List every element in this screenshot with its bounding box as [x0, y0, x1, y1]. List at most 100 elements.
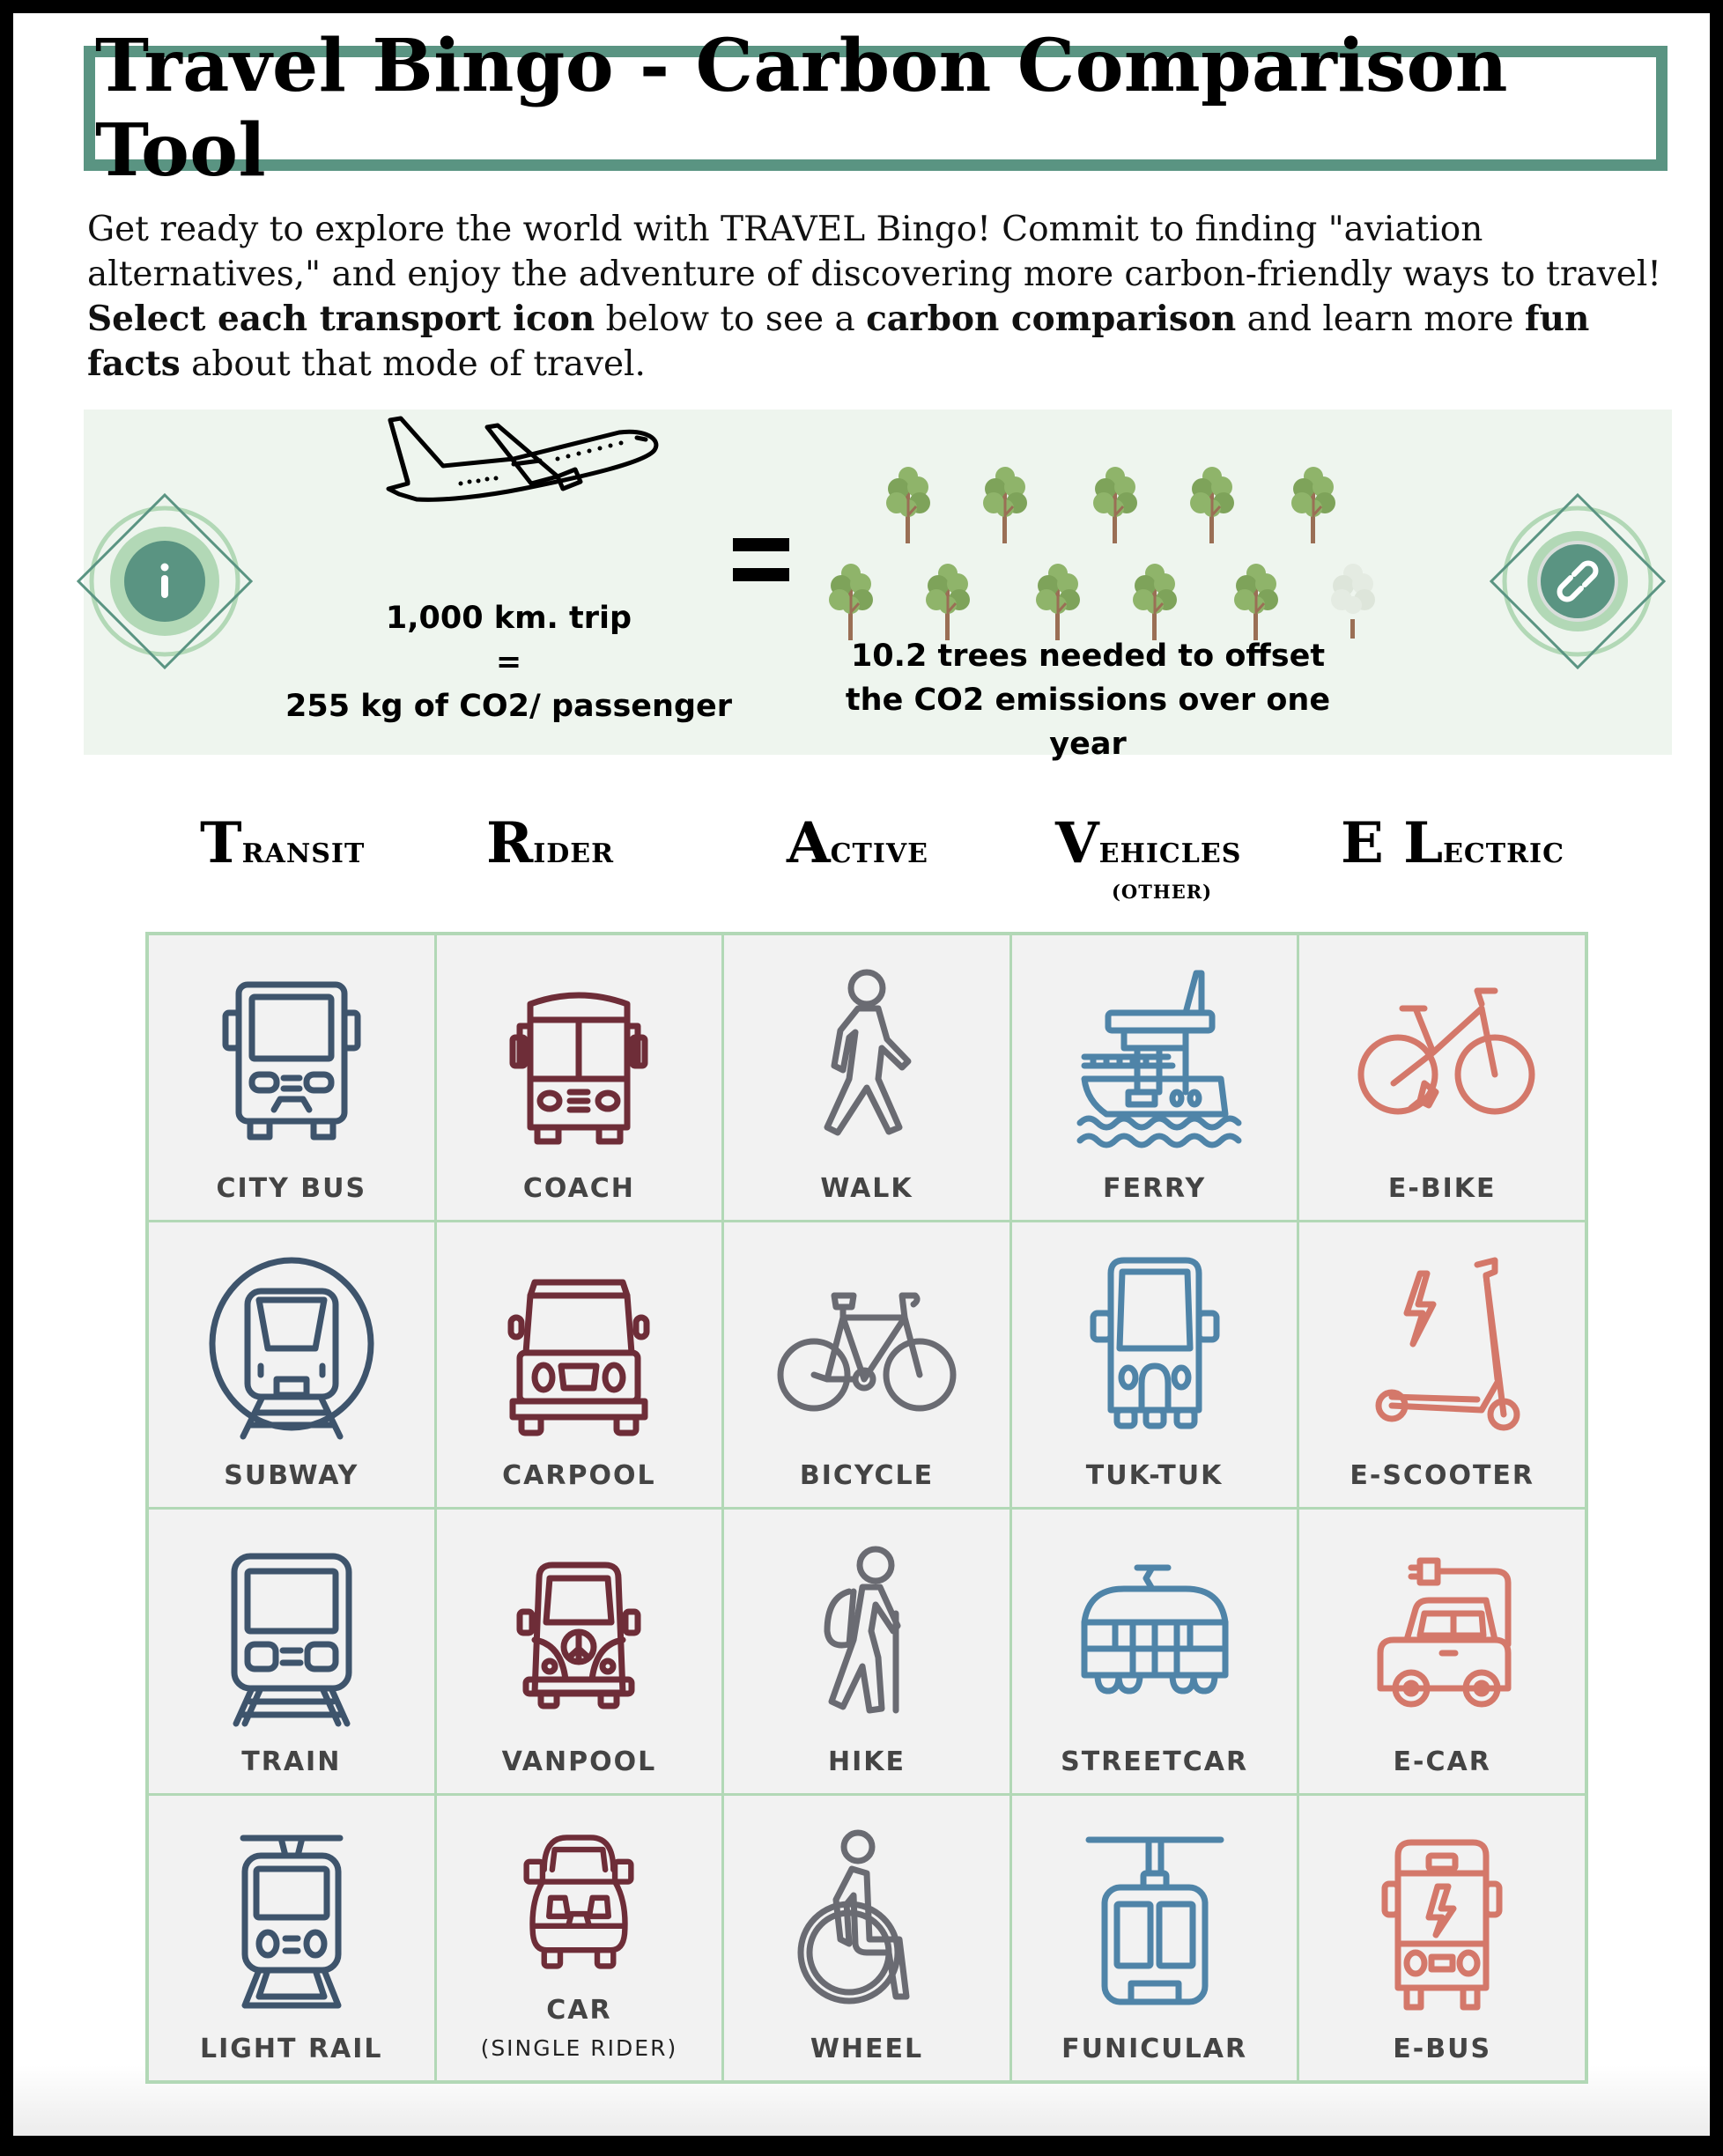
tree-icon [1088, 464, 1143, 543]
tuk-tuk-icon [1090, 1257, 1220, 1429]
carpool-icon [507, 1279, 650, 1436]
walk-icon [824, 969, 912, 1136]
airplane-icon [381, 413, 672, 510]
cell-label: BICYCLE [799, 1459, 935, 1491]
cell-label: E-SCOOTER [1350, 1459, 1535, 1491]
category-header-electric: E LECTRIC [1341, 810, 1564, 876]
cell-label: FUNICULAR [1061, 2034, 1248, 2064]
intro-bold-carbon: carbon comparison [866, 299, 1237, 339]
car-icon [523, 1835, 634, 1969]
link-button[interactable] [1490, 493, 1666, 669]
wheelchair-icon [797, 1829, 910, 2005]
tree-icon [1229, 561, 1283, 640]
page-title: Travel Bingo - Carbon Comparison Tool [95, 24, 1508, 193]
category-rest: ECTRIC [1443, 838, 1564, 869]
tree-icon [1031, 561, 1085, 640]
tree-icon [824, 561, 878, 640]
cell-label: WALK [820, 1172, 913, 1204]
cell-label: FERRY [1102, 1172, 1207, 1204]
trip-equals: = [495, 645, 522, 680]
category-header-rider: RIDER [486, 810, 614, 876]
cell-label: E-CAR [1393, 1746, 1491, 1778]
bingo-cell-e-car[interactable]: E-CAR [1299, 1509, 1585, 1794]
bicycle-icon [777, 1292, 957, 1412]
hike-icon [824, 1546, 901, 1713]
bingo-cell-carpool[interactable]: CARPOOL [436, 1222, 722, 1507]
category-initial: T [200, 810, 242, 876]
train-icon [231, 1553, 352, 1726]
carbon-comparison-panel: 1,000 km. trip = 255 kg of CO2/ passenge… [77, 410, 1672, 762]
cell-label: VANPOOL [501, 1746, 657, 1778]
bingo-cell-e-bike[interactable]: E-BIKE [1299, 935, 1585, 1220]
intro-text-part: and learn more [1236, 299, 1525, 339]
trees-line-2: the CO2 emissions over one year [845, 683, 1331, 762]
subway-icon [209, 1257, 374, 1440]
flight-emissions-text: 1,000 km. trip = 255 kg of CO2/ passenge… [273, 596, 744, 728]
cell-label: HIKE [827, 1746, 906, 1778]
bingo-cell-hike[interactable]: HIKE [724, 1509, 1009, 1794]
cell-label: CAR [546, 1995, 612, 2026]
category-rest: RANSIT [241, 838, 366, 869]
bingo-cell-coach[interactable]: COACH [436, 935, 722, 1220]
category-rest: EHICLES [1098, 838, 1242, 869]
bingo-cell-streetcar[interactable]: STREETCAR [1011, 1509, 1298, 1794]
partial-tree-icon [1326, 561, 1380, 640]
cell-label: SUBWAY [224, 1459, 359, 1491]
bingo-cell-wheelchair[interactable]: WHEEL [724, 1796, 1009, 2080]
category-header-transit: TRANSIT [200, 810, 365, 876]
light-rail-icon [240, 1835, 344, 2009]
bingo-cell-city-bus[interactable]: CITY BUS [149, 935, 434, 1220]
bingo-cell-car[interactable]: CAR (SINGLE RIDER) [436, 1796, 722, 2080]
trees-offset-text: 10.2 trees needed to offset the CO2 emis… [824, 634, 1352, 766]
tree-icon [1128, 561, 1182, 640]
category-initial: E L [1341, 810, 1444, 876]
category-rest: IDER [533, 838, 615, 869]
bingo-cell-e-bus[interactable]: E-BUS [1299, 1796, 1585, 2080]
intro-text-part: about that mode of travel. [180, 344, 646, 384]
intro-line: Get ready to explore the world with TRAV… [87, 210, 1661, 294]
tree-icon [1185, 464, 1239, 543]
intro-text-part: below to see a [595, 299, 867, 339]
bingo-cell-train[interactable]: TRAIN [149, 1509, 434, 1794]
category-rest: CTIVE [830, 838, 929, 869]
bingo-cell-vanpool[interactable]: VANPOOL [436, 1509, 722, 1794]
bingo-cell-light-rail[interactable]: LIGHT RAIL [149, 1796, 434, 2080]
tree-icon [881, 464, 935, 543]
cell-label: E-BIKE [1387, 1172, 1497, 1204]
intro-text: Get ready to explore the world with TRAV… [87, 207, 1664, 387]
bingo-cell-funicular[interactable]: FUNICULAR [1011, 1796, 1298, 2080]
bingo-cell-tuk-tuk[interactable]: TUK-TUK [1011, 1222, 1298, 1507]
info-icon [77, 493, 253, 669]
cell-label: TRAIN [241, 1746, 342, 1778]
category-header-vehicles: VEHICLES (OTHER) [1055, 810, 1242, 903]
category-initial: R [486, 810, 534, 876]
bingo-cell-bicycle[interactable]: BICYCLE [724, 1222, 1009, 1507]
cell-label: STREETCAR [1061, 1746, 1249, 1778]
category-initial: A [787, 810, 831, 876]
vanpool-icon [516, 1562, 641, 1709]
bingo-cell-e-scooter[interactable]: E-SCOOTER [1299, 1222, 1585, 1507]
bingo-cell-walk[interactable]: WALK [724, 935, 1009, 1220]
e-bus-icon [1381, 1839, 1503, 2011]
cell-label: CITY BUS [216, 1172, 367, 1204]
bingo-cell-subway[interactable]: SUBWAY [149, 1222, 434, 1507]
cell-label: COACH [522, 1172, 635, 1204]
cell-label: E-BUS [1393, 2034, 1492, 2064]
ferry-icon [1076, 970, 1242, 1148]
equals-sign [733, 533, 789, 586]
cell-label: WHEEL [810, 2034, 924, 2064]
e-car-icon [1377, 1557, 1512, 1707]
city-bus-icon [222, 981, 361, 1141]
bingo-cell-ferry[interactable]: FERRY [1011, 935, 1298, 1220]
trip-co2: 255 kg of CO2/ passenger [285, 689, 733, 724]
coach-icon [509, 992, 648, 1145]
cell-label: LIGHT RAIL [200, 2034, 383, 2064]
category-headers: TRANSIT RIDER ACTIVE VEHICLES (OTHER) E L… [13, 810, 1710, 907]
link-icon [1490, 493, 1666, 669]
e-scooter-icon [1375, 1257, 1520, 1431]
tree-icon [1286, 464, 1341, 543]
info-button[interactable] [77, 493, 253, 669]
category-initial: V [1055, 810, 1099, 876]
e-bike-icon [1357, 987, 1535, 1115]
page: Travel Bingo - Carbon Comparison Tool Ge… [13, 13, 1710, 2136]
